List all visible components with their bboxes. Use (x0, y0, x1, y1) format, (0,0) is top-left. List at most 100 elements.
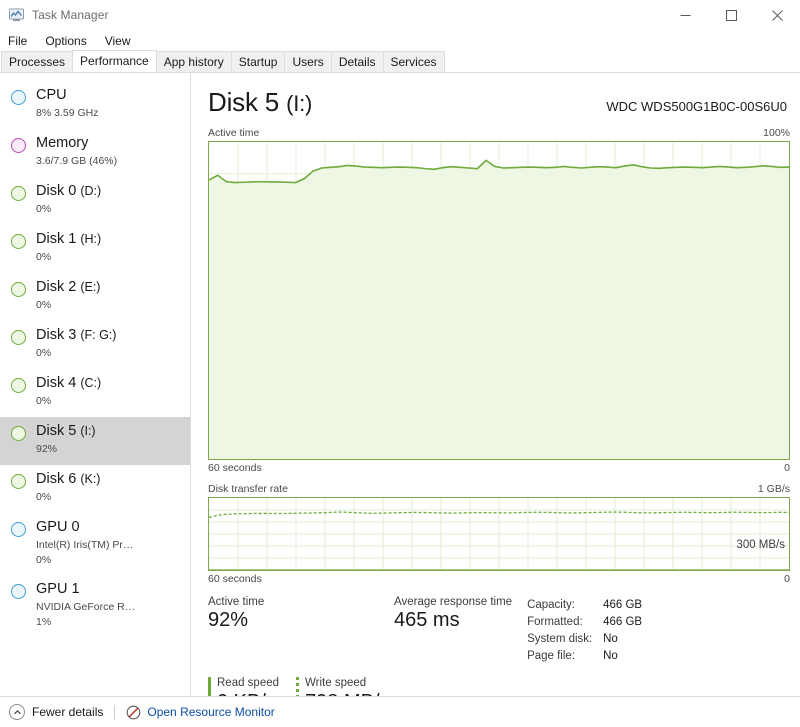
sidebar-item-disk-1[interactable]: Disk 1 (H:) 0% (0, 225, 190, 273)
sidebar-item-gpu-1[interactable]: GPU 1 NVIDIA GeForce R… 1% (0, 575, 190, 637)
close-button[interactable] (754, 0, 800, 30)
resource-monitor-icon (126, 705, 141, 720)
active-time-caption: Active time (208, 127, 260, 139)
info-key: Page file: (527, 649, 576, 662)
rate-caption: Disk transfer rate (208, 483, 288, 495)
sidebar-item-disk-0[interactable]: Disk 0 (D:) 0% (0, 177, 190, 225)
sidebar-item-label: Disk 3 (F: G:) (36, 327, 117, 343)
tab-startup[interactable]: Startup (230, 51, 286, 72)
disk-indicator-icon (11, 186, 26, 201)
sidebar-item-disk-5[interactable]: Disk 5 (I:) 92% (0, 417, 190, 465)
avg-response-label: Average response time (394, 596, 513, 608)
sidebar-item-sub: 0% (36, 346, 52, 359)
rate-x-left: 60 seconds (208, 573, 262, 585)
info-value: No (603, 649, 618, 662)
maximize-button[interactable] (708, 0, 754, 30)
open-resource-monitor-link[interactable]: Open Resource Monitor (147, 705, 274, 719)
rate-max: 1 GB/s (757, 483, 790, 495)
disk-indicator-icon (11, 282, 26, 297)
rate-caption-row: Disk transfer rate 1 GB/s (208, 483, 790, 495)
sidebar-item-sub: 0% (36, 394, 52, 407)
sidebar-item-disk-3[interactable]: Disk 3 (F: G:) 0% (0, 321, 190, 369)
task-manager-icon (8, 7, 25, 24)
sidebar-item-label: Disk 4 (C:) (36, 375, 102, 391)
sidebar-item-sub: 92% (36, 442, 58, 455)
fewer-details-button[interactable]: Fewer details (32, 705, 103, 719)
sidebar-item-sub: NVIDIA GeForce R… (36, 600, 136, 613)
tab-performance[interactable]: Performance (72, 50, 157, 72)
window-title: Task Manager (32, 8, 109, 22)
rate-inline-label: 300 MB/s (736, 539, 785, 551)
sidebar-item-disk-2[interactable]: Disk 2 (E:) 0% (0, 273, 190, 321)
tab-services[interactable]: Services (382, 51, 445, 72)
main-panel: Disk 5 (I:) WDC WDS500G1B0C-00S6U0 Activ… (191, 73, 800, 718)
disk-model-label: WDC WDS500G1B0C-00S6U0 (606, 99, 787, 114)
read-speed-label: Read speed (217, 677, 280, 689)
title-bar: Task Manager (0, 0, 800, 30)
sidebar-item-drive: (E:) (80, 280, 101, 294)
sidebar-item-label: CPU (36, 87, 67, 103)
tab-processes[interactable]: Processes (1, 51, 74, 72)
info-value: No (603, 632, 618, 645)
sidebar-item-sub: 0% (36, 298, 52, 311)
tab-users[interactable]: Users (284, 51, 332, 72)
window-controls (662, 0, 800, 30)
tab-app-history[interactable]: App history (155, 51, 232, 72)
sidebar-item-label: Disk 6 (K:) (36, 471, 101, 487)
disk-indicator-icon (11, 474, 26, 489)
gpu-indicator-icon (11, 522, 26, 537)
resource-sidebar: CPU 8% 3.59 GHz Memory 3.6/7.9 GB (46%) Di… (0, 73, 191, 718)
disk-indicator-icon (11, 426, 26, 441)
rate-axis-row: 60 seconds 0 (208, 573, 790, 585)
active-time-graph (208, 141, 790, 460)
sidebar-item-label: Disk 0 (D:) (36, 183, 102, 199)
tab-details[interactable]: Details (330, 51, 384, 72)
sidebar-item-cpu[interactable]: CPU 8% 3.59 GHz (0, 81, 190, 129)
chevron-up-icon[interactable] (9, 704, 25, 720)
status-bar: Fewer details Open Resource Monitor (0, 696, 800, 727)
sidebar-item-drive: (D:) (80, 184, 102, 198)
info-row-formatted: Formatted: 466 GB (527, 613, 642, 630)
info-value: 466 GB (603, 615, 643, 628)
minimize-button[interactable] (662, 0, 708, 30)
sidebar-item-drive: (I:) (80, 424, 96, 438)
sidebar-item-label: Disk 2 (E:) (36, 279, 101, 295)
menu-bar: File Options View (0, 30, 800, 51)
active-time-x-left: 60 seconds (208, 462, 262, 474)
menu-item-file[interactable]: File (8, 34, 36, 48)
info-row-capacity: Capacity: 466 GB (527, 596, 642, 613)
menu-item-options[interactable]: Options (45, 34, 95, 48)
sidebar-item-label: Memory (36, 135, 89, 151)
status-divider (114, 704, 116, 720)
sidebar-item-drive: (C:) (80, 376, 102, 390)
main-header: Disk 5 (I:) WDC WDS500G1B0C-00S6U0 (208, 73, 790, 118)
info-key: System disk: (527, 632, 593, 645)
disk-indicator-icon (11, 234, 26, 249)
active-time-caption-row: Active time 100% (208, 127, 790, 139)
disk-transfer-rate-graph: 300 MB/s (208, 497, 790, 571)
write-speed-label: Write speed (305, 677, 367, 689)
tab-strip: Processes Performance App history Startu… (0, 50, 800, 73)
sidebar-item-disk-6[interactable]: Disk 6 (K:) 0% (0, 465, 190, 513)
disk-indicator-icon (11, 330, 26, 345)
sidebar-item-sub: 0% (36, 202, 52, 215)
info-value: 466 GB (603, 598, 643, 611)
sidebar-item-disk-4[interactable]: Disk 4 (C:) 0% (0, 369, 190, 417)
stats-area: Active time 92% Average response time 46… (208, 596, 790, 664)
sidebar-item-sub2: 0% (36, 554, 52, 567)
sidebar-item-memory[interactable]: Memory 3.6/7.9 GB (46%) (0, 129, 190, 177)
sidebar-item-sub: Intel(R) Iris(TM) Pr… (36, 538, 134, 551)
active-time-stat-label: Active time (208, 596, 265, 608)
info-row-system-disk: System disk: No (527, 630, 642, 647)
rate-x-right: 0 (784, 573, 790, 585)
sidebar-item-drive: (H:) (80, 232, 102, 246)
stats-column-right: Capacity: 466 GB Formatted: 466 GB System … (527, 596, 642, 664)
gpu-indicator-icon (11, 584, 26, 599)
sidebar-item-sub2: 1% (36, 616, 52, 629)
menu-item-view[interactable]: View (105, 34, 140, 48)
avg-response-value: 465 ms (394, 609, 460, 631)
sidebar-item-label: GPU 1 (36, 581, 80, 597)
sidebar-item-label: GPU 0 (36, 519, 80, 535)
sidebar-item-gpu-0[interactable]: GPU 0 Intel(R) Iris(TM) Pr… 0% (0, 513, 190, 575)
stats-column-mid: Average response time 465 ms (394, 596, 512, 664)
